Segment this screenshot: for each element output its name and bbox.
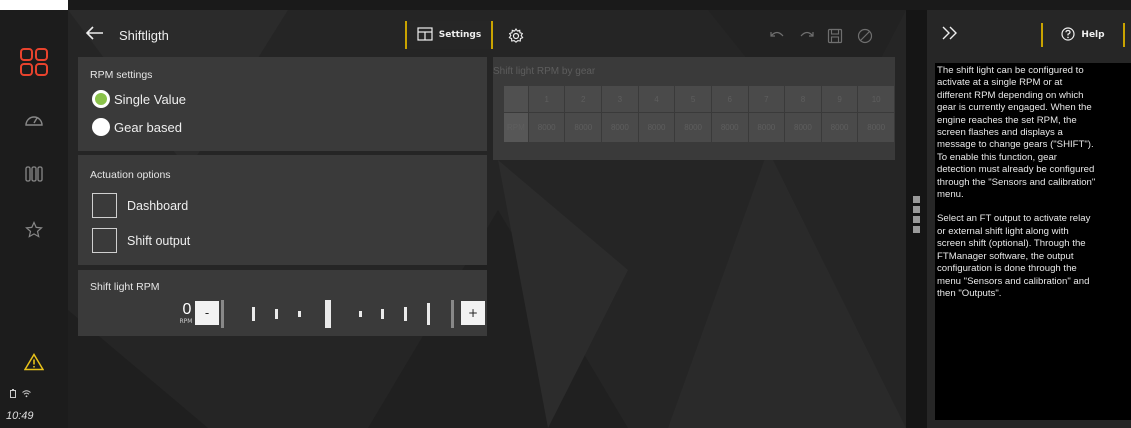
settings-grid-icon [417, 26, 433, 44]
gear-icon [508, 28, 524, 43]
gear-rpm-cell: 8000 [602, 113, 638, 142]
help-paragraph: Select an FT output to activate relay or… [937, 213, 1091, 299]
radio-gear-based[interactable]: Gear based [92, 118, 182, 136]
dashboards-grid-icon[interactable] [18, 46, 50, 78]
gear-header-cell: 4 [638, 86, 675, 112]
help-panel: Help The shift light can be configured t… [927, 10, 1131, 428]
gear-header-cell: 1 [528, 86, 565, 112]
row-label-cell: RPM [504, 113, 528, 142]
disabled-icon [857, 28, 873, 44]
gear-rpm-cell: 8000 [785, 113, 821, 142]
gear-rpm-title: Shift light RPM by gear [493, 66, 596, 77]
checkbox-shift-output-label: Shift output [127, 233, 191, 248]
gear-rpm-cell: 8000 [638, 113, 675, 142]
slider-tick [381, 309, 384, 319]
table-corner-cell [504, 86, 528, 112]
help-text: The shift light can be configured to act… [935, 63, 1131, 420]
help-button-label: Help [1081, 30, 1105, 40]
top-edge [0, 0, 68, 10]
checkbox-dashboard[interactable]: Dashboard [92, 193, 188, 218]
slider-thumb[interactable] [325, 300, 331, 328]
help-button[interactable]: Help [1041, 23, 1125, 47]
redo-button[interactable] [796, 25, 818, 47]
help-icon [1061, 26, 1076, 44]
checkbox-box [92, 193, 117, 218]
clock: 10:49 [6, 410, 34, 422]
gauge-icon[interactable] [18, 103, 50, 135]
star-icon[interactable] [18, 214, 50, 246]
radio-single-value-label: Single Value [114, 91, 187, 107]
status-row [10, 389, 31, 401]
slider-tick [404, 307, 407, 321]
back-button[interactable] [84, 22, 106, 44]
gear-button[interactable] [505, 25, 527, 47]
slider-tick [359, 311, 362, 317]
slider-tick [298, 311, 301, 317]
tab-settings-label: Settings [438, 30, 482, 40]
increment-button[interactable]: + [461, 301, 485, 325]
redo-icon [800, 31, 814, 37]
collapse-panel-button[interactable] [941, 24, 959, 45]
slider-tick [252, 307, 255, 321]
slider-tick [427, 303, 430, 325]
warning-icon[interactable] [18, 346, 50, 378]
help-paragraph: The shift light can be configured to act… [937, 65, 1096, 201]
radio-dot-selected [92, 90, 110, 108]
gear-rpm-cell: 8000 [528, 113, 565, 142]
gear-rpm-cell: 8000 [821, 113, 858, 142]
resize-handle[interactable] [913, 196, 920, 233]
gear-rpm-panel: Shift light RPM by gear 1 2 3 4 5 6 7 8 … [493, 57, 895, 160]
sidebar: 10:49 [0, 0, 68, 428]
decrement-button[interactable]: - [195, 301, 219, 325]
gear-header-cell: 6 [711, 86, 748, 112]
discard-button[interactable] [854, 25, 876, 47]
gear-header-row: 1 2 3 4 5 6 7 8 9 10 [504, 86, 894, 112]
radio-dot [92, 118, 110, 136]
gear-rpm-cell: 8000 [711, 113, 748, 142]
rpm-slider[interactable] [221, 300, 459, 328]
page-title: Shiftligth [119, 28, 169, 43]
gear-header-cell: 7 [748, 86, 785, 112]
gear-rpm-table: 1 2 3 4 5 6 7 8 9 10 RPM 8000 8000 8000 … [503, 85, 895, 143]
slider-tick [451, 300, 454, 328]
gear-header-cell: 3 [602, 86, 638, 112]
checkbox-shift-output[interactable]: Shift output [92, 228, 190, 253]
undo-icon [770, 31, 784, 37]
radio-gear-based-label: Gear based [114, 119, 182, 135]
gear-header-cell: 8 [785, 86, 821, 112]
gear-header-cell: 10 [858, 86, 894, 112]
save-button[interactable] [824, 25, 846, 47]
gear-values-row: RPM 8000 8000 8000 8000 8000 8000 8000 8… [504, 113, 894, 142]
gear-header-cell: 9 [821, 86, 858, 112]
checkbox-dashboard-label: Dashboard [127, 198, 189, 213]
gear-rpm-cell: 8000 [675, 113, 711, 142]
slider-tick [275, 309, 278, 319]
battery-icon [10, 389, 16, 401]
actuation-options-title: Actuation options [90, 169, 171, 181]
gear-rpm-cell: 8000 [858, 113, 894, 142]
checkbox-box [92, 228, 117, 253]
radio-single-value[interactable]: Single Value [92, 90, 186, 108]
save-icon [827, 28, 843, 44]
gear-rpm-cell: 8000 [565, 113, 602, 142]
shift-light-rpm-title: Shift light RPM [90, 281, 160, 293]
undo-button[interactable] [766, 25, 788, 47]
wifi-icon [22, 389, 31, 401]
gear-header-cell: 5 [675, 86, 711, 112]
tab-settings[interactable]: Settings [405, 21, 493, 49]
rpm-settings-title: RPM settings [90, 69, 153, 81]
slider-tick [221, 300, 224, 328]
rpm-settings-panel: RPM settings Single Value Gear based [78, 57, 487, 151]
columns-icon[interactable] [18, 158, 50, 190]
main-area: Shiftligth Settings RPM settings Single … [68, 10, 906, 428]
actuation-options-panel: Actuation options Dashboard Shift output [78, 155, 487, 265]
shift-light-rpm-panel: Shift light RPM 0 RPM - + [78, 270, 487, 336]
gear-header-cell: 2 [565, 86, 602, 112]
double-chevron-right-icon [942, 26, 957, 40]
rpm-value: 0 [182, 301, 192, 318]
gear-rpm-cell: 8000 [748, 113, 785, 142]
